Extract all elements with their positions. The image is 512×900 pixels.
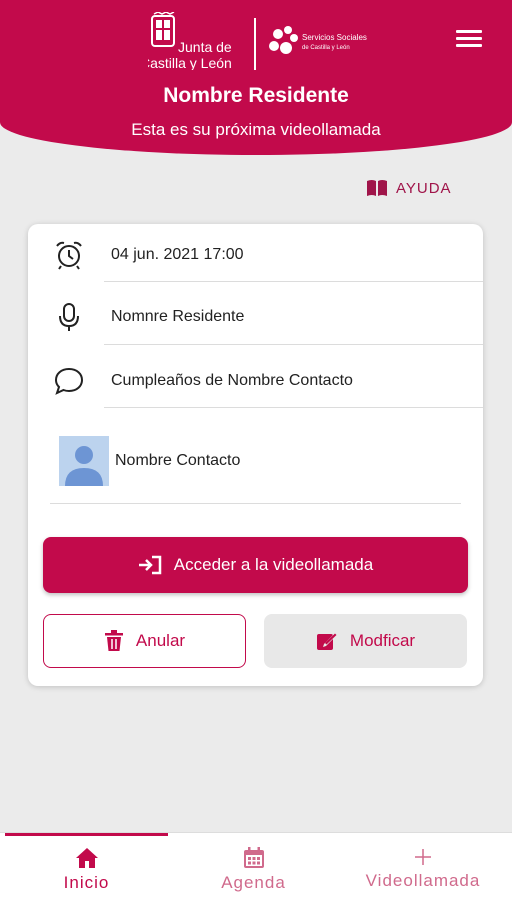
resident-row: Nomnre Residente (28, 300, 483, 334)
contact-name: Nombre Contacto (115, 452, 241, 469)
nav-item-videollamada[interactable]: Videollamada (340, 833, 506, 900)
bottom-navigation: Inicio Agenda Videollamada (0, 832, 512, 900)
datetime-row: 04 jun. 2021 17:00 (28, 238, 483, 272)
trash-icon (104, 630, 123, 651)
home-icon (75, 848, 98, 868)
calendar-icon (243, 847, 264, 868)
nav-item-agenda[interactable]: Agenda (172, 833, 335, 900)
plus-icon (415, 849, 431, 865)
next-call-card: 04 jun. 2021 17:00 Nomnre Residente Cump… (28, 224, 483, 686)
divider (104, 281, 483, 282)
modify-call-button[interactable]: Modficar (264, 614, 467, 668)
nav-item-inicio[interactable]: Inicio (5, 833, 168, 900)
divider (104, 344, 483, 345)
logos: Junta de Castilla y León Servicios Socia… (148, 12, 388, 72)
hamburger-menu-icon[interactable] (456, 30, 482, 50)
logo-line-2: Castilla y León (148, 55, 232, 70)
servicios-sociales-logo: Servicios Sociales de Castilla y León (269, 26, 367, 54)
topic-row: Cumpleaños de Nombre Contacto (28, 364, 483, 398)
call-topic: Cumpleaños de Nombre Contacto (111, 372, 353, 389)
junta-castilla-leon-logo: Junta de Castilla y León (148, 12, 232, 70)
modify-call-label: Modficar (349, 631, 416, 650)
nav-label-agenda: Agenda (221, 873, 286, 892)
access-call-button[interactable]: Acceder a la videollamada (43, 537, 468, 593)
logo-divider (254, 18, 256, 70)
cancel-call-label: Anular (135, 631, 186, 650)
edit-icon (316, 633, 337, 650)
alarm-clock-icon (54, 240, 84, 270)
logo-line-1: Junta de (178, 39, 232, 55)
chat-bubble-icon (54, 366, 84, 396)
help-link[interactable]: AYUDA (366, 176, 452, 200)
help-label: AYUDA (396, 179, 452, 197)
call-datetime: 04 jun. 2021 17:00 (111, 246, 244, 263)
microphone-icon (54, 302, 84, 332)
sign-in-icon (138, 555, 162, 575)
next-call-subtitle: Esta es su próxima videollamada (131, 120, 381, 139)
nav-label-videollamada: Videollamada (365, 871, 481, 890)
app-header: Junta de Castilla y León Servicios Socia… (0, 0, 512, 155)
contact-row: Nombre Contacto (28, 436, 483, 486)
nav-label-inicio: Inicio (63, 873, 110, 892)
ss-line-1: Servicios Sociales (302, 33, 367, 42)
contact-avatar (59, 436, 109, 486)
book-icon (367, 180, 387, 196)
access-call-label: Acceder a la videollamada (173, 555, 374, 574)
ss-line-2: de Castilla y León (302, 45, 350, 51)
cancel-call-button[interactable]: Anular (43, 614, 246, 668)
divider (50, 503, 461, 504)
divider (104, 407, 483, 408)
call-resident: Nomnre Residente (111, 308, 245, 325)
resident-name-title: Nombre Residente (163, 84, 349, 107)
